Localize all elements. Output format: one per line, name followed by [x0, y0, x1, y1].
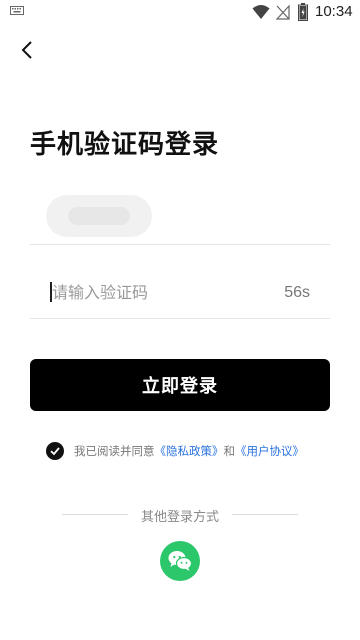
- wifi-icon: [252, 5, 270, 19]
- agreement-row: 我已阅读并同意《隐私政策》和《用户协议》: [46, 441, 304, 461]
- agreement-and: 和: [223, 444, 236, 458]
- page-title: 手机验证码登录: [30, 130, 220, 160]
- other-login-divider: 其他登录方式: [62, 505, 298, 525]
- user-agreement-link[interactable]: 《用户协议》: [235, 444, 304, 458]
- status-time: 10:34: [315, 3, 353, 20]
- agreement-text: 我已阅读并同意《隐私政策》和《用户协议》: [74, 443, 304, 459]
- wechat-icon: [168, 551, 192, 571]
- phone-number-field[interactable]: [30, 190, 330, 245]
- login-button[interactable]: 立即登录: [30, 359, 330, 411]
- phone-number-masked: [46, 195, 152, 237]
- wechat-login-button[interactable]: [160, 541, 200, 581]
- verification-code-row: 56s: [30, 266, 330, 319]
- battery-icon: [298, 3, 308, 21]
- agreement-checkbox-icon[interactable]: [46, 442, 64, 460]
- agreement-prefix: 我已阅读并同意: [74, 444, 155, 458]
- keyboard-icon: [10, 6, 24, 15]
- no-signal-icon: [276, 4, 290, 20]
- other-login-label: 其他登录方式: [140, 510, 219, 525]
- divider-line-right: [232, 514, 298, 515]
- verification-code-input[interactable]: [52, 276, 252, 308]
- status-bar: 10:34: [0, 0, 360, 24]
- privacy-policy-link[interactable]: 《隐私政策》: [155, 444, 224, 458]
- back-arrow-icon[interactable]: [14, 36, 42, 64]
- resend-countdown: 56s: [284, 284, 310, 301]
